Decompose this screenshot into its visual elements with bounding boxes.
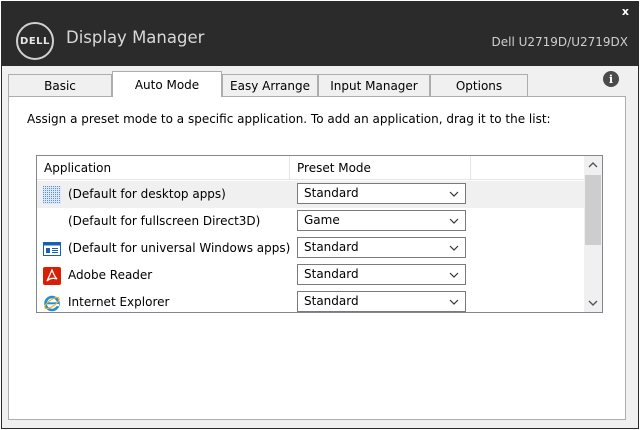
adobe-reader-icon <box>43 267 61 285</box>
vertical-scrollbar[interactable] <box>584 156 602 312</box>
preset-mode-value: Standard <box>304 267 359 281</box>
tab-options[interactable]: Options <box>430 74 528 96</box>
column-header-application[interactable]: Application <box>37 156 290 180</box>
desktop-apps-icon <box>43 186 61 204</box>
preset-mode-value: Standard <box>304 186 359 200</box>
list-item[interactable]: (Default for universal Windows apps) Sta… <box>37 235 584 262</box>
tab-auto-mode[interactable]: Auto Mode <box>112 71 222 97</box>
app-name: (Default for desktop apps) <box>68 187 226 201</box>
app-name: (Default for universal Windows apps) <box>68 241 291 255</box>
preset-mode-select[interactable]: Game <box>297 210 466 231</box>
preset-mode-value: Game <box>304 213 340 227</box>
preset-mode-select[interactable]: Standard <box>297 183 466 204</box>
chevron-down-icon <box>449 191 459 197</box>
tab-input-manager[interactable]: Input Manager <box>318 74 430 96</box>
tab-bar: Basic Auto Mode Easy Arrange Input Manag… <box>8 71 528 97</box>
list-item[interactable]: (Default for desktop apps) Standard <box>37 181 584 208</box>
app-name: Adobe Reader <box>68 268 153 282</box>
preset-mode-value: Standard <box>304 240 359 254</box>
tab-basic[interactable]: Basic <box>8 74 112 96</box>
dell-logo: DELL <box>16 22 54 60</box>
scrollbar-thumb[interactable] <box>585 175 601 245</box>
list-item[interactable]: Internet Explorer Standard <box>37 289 584 312</box>
application-list[interactable]: Application Preset Mode (Default for des… <box>36 155 603 313</box>
list-item[interactable]: Adobe Reader Standard <box>37 262 584 289</box>
chevron-down-icon <box>449 299 459 305</box>
chevron-down-icon <box>449 272 459 278</box>
tab-easy-arrange[interactable]: Easy Arrange <box>222 74 318 96</box>
monitor-model: Dell U2719D/U2719DX <box>491 35 629 49</box>
close-button[interactable]: x <box>622 5 629 18</box>
chevron-down-icon <box>449 218 459 224</box>
info-icon[interactable]: i <box>603 71 619 87</box>
universal-apps-icon <box>43 240 61 258</box>
instruction-text: Assign a preset mode to a specific appli… <box>27 112 551 126</box>
app-name: (Default for fullscreen Direct3D) <box>68 214 261 228</box>
preset-mode-select[interactable]: Standard <box>297 237 466 258</box>
scroll-up-icon[interactable] <box>586 158 600 172</box>
app-title: Display Manager <box>66 28 205 47</box>
preset-mode-select[interactable]: Standard <box>297 291 466 312</box>
preset-mode-value: Standard <box>304 294 359 308</box>
internet-explorer-icon <box>43 294 61 312</box>
app-name: Internet Explorer <box>68 295 170 309</box>
chevron-down-icon <box>449 245 459 251</box>
preset-mode-select[interactable]: Standard <box>297 264 466 285</box>
list-item[interactable]: (Default for fullscreen Direct3D) Game <box>37 208 584 235</box>
scroll-down-icon[interactable] <box>586 296 600 310</box>
list-header: Application Preset Mode <box>37 156 584 180</box>
column-header-preset-mode[interactable]: Preset Mode <box>290 156 471 180</box>
title-bar: DELL Display Manager Dell U2719D/U2719DX… <box>2 2 638 66</box>
